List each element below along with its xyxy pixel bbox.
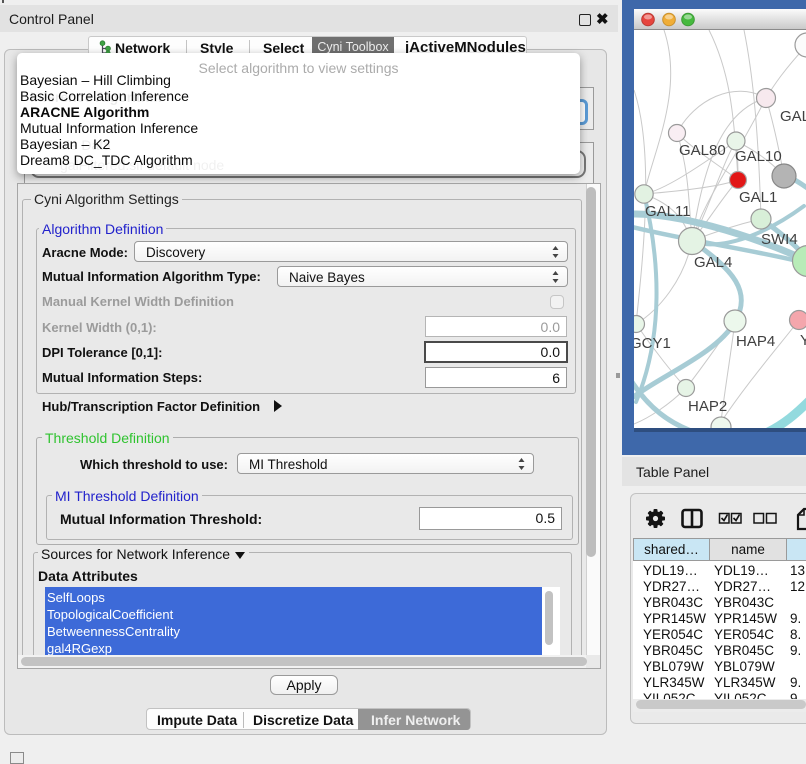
svg-text:GAL4: GAL4 (694, 254, 732, 271)
svg-text:GCY1: GCY1 (634, 335, 671, 352)
svg-text:GAL11: GAL11 (645, 203, 691, 220)
svg-text:HAP2: HAP2 (688, 398, 727, 415)
svg-text:SWI4: SWI4 (761, 231, 798, 248)
svg-text:GAL10: GAL10 (735, 148, 782, 165)
svg-text:GAL80: GAL80 (679, 142, 726, 159)
svg-text:HAP4: HAP4 (736, 333, 775, 350)
svg-text:GAL2: GAL2 (780, 108, 806, 125)
svg-text:Y: Y (800, 332, 806, 349)
svg-text:GAL1: GAL1 (739, 189, 777, 206)
